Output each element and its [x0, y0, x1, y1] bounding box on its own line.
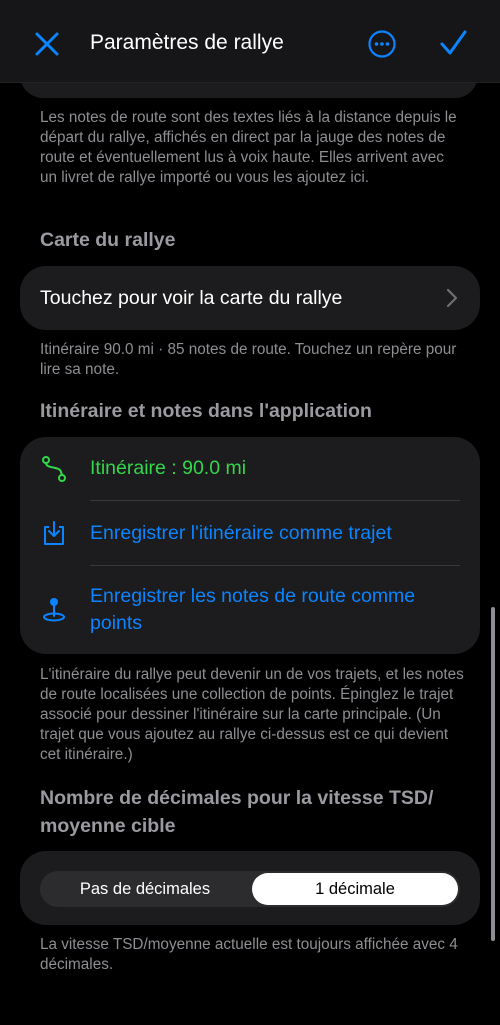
page-title: Paramètres de rallye: [90, 31, 284, 54]
save-route-as-trip-button[interactable]: Enregistrer l'itinéraire comme trajet: [20, 501, 480, 565]
download-tray-icon: [44, 521, 64, 545]
notes-footer: Les notes de route sont des textes liés …: [40, 109, 457, 186]
save-notes-label: Enregistrer les notes de route comme poi…: [90, 585, 416, 634]
route-section-header: Itinéraire et notes dans l'application: [40, 400, 372, 422]
map-section-header: Carte du rallye: [40, 229, 176, 251]
save-route-label: Enregistrer l'itinéraire comme trajet: [90, 522, 392, 544]
segment-one-decimal[interactable]: 1 décimale: [252, 873, 458, 905]
checkmark-icon[interactable]: [438, 28, 468, 58]
scrollbar[interactable]: [491, 607, 495, 941]
segment-no-decimals[interactable]: Pas de décimales: [40, 871, 250, 907]
view-map-button[interactable]: Touchez pour voir la carte du rallye: [20, 266, 480, 330]
decimals-section-header: Nombre de décimales pour la vitesse TSD/…: [40, 787, 434, 837]
navigation-bar: Paramètres de rallye: [0, 0, 500, 83]
decimals-footer: La vitesse TSD/moyenne actuelle est touj…: [40, 936, 458, 973]
view-map-label: Touchez pour voir la carte du rallye: [40, 287, 343, 309]
ellipsis-circle-icon[interactable]: [367, 29, 397, 59]
decimals-segmented-control[interactable]: Pas de décimales 1 décimale: [40, 871, 460, 907]
chevron-right-icon: [446, 288, 458, 308]
route-actions-card: Itinéraire : 90.0 mi Enregistrer l'itiné…: [20, 437, 480, 654]
map-pin-icon: [43, 598, 65, 622]
route-distance-label: Itinéraire : 90.0 mi: [90, 457, 247, 479]
route-footer: L'itinéraire du rallye peut devenir un d…: [40, 666, 464, 763]
save-notes-as-points-button[interactable]: Enregistrer les notes de route comme poi…: [20, 566, 480, 654]
decimals-card: Pas de décimales 1 décimale: [20, 851, 480, 925]
route-path-icon: [42, 456, 66, 482]
map-footer: Itinéraire 90.0 mi · 85 notes de route. …: [40, 341, 457, 378]
close-x-icon[interactable]: [33, 30, 61, 58]
